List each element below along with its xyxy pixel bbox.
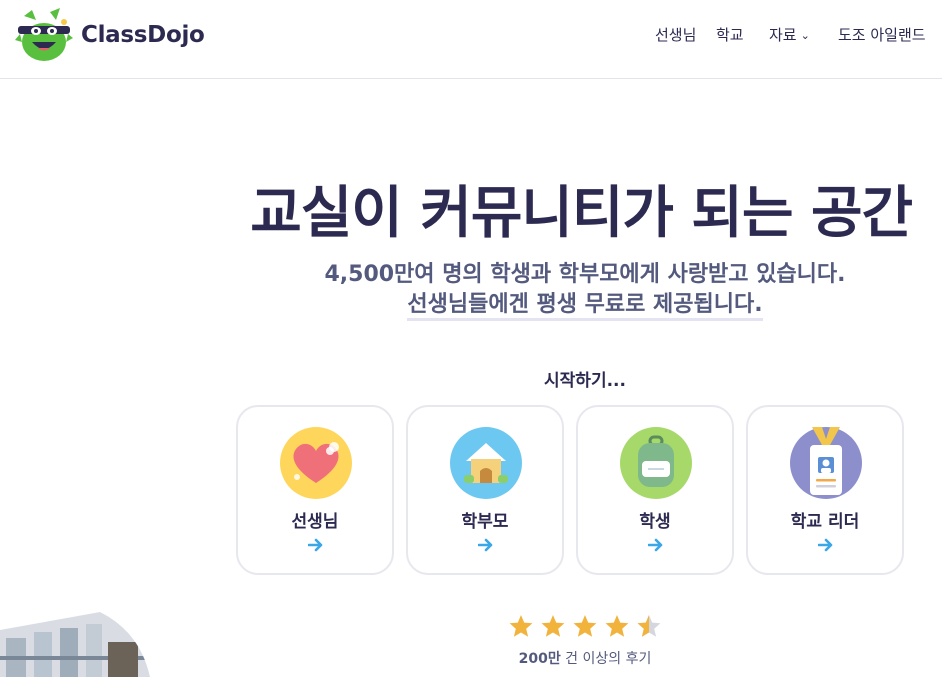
nav-label: 선생님 bbox=[655, 26, 697, 44]
backpack-icon bbox=[620, 427, 692, 499]
star-half-fill bbox=[637, 615, 649, 637]
nav-label: 자료 bbox=[769, 26, 797, 44]
card-label: 학생 bbox=[639, 512, 671, 532]
nav-label: 도조 아일랜드 bbox=[838, 26, 926, 44]
arrow-right-icon bbox=[478, 538, 493, 552]
chevron-down-icon: ⌄ bbox=[800, 29, 810, 42]
card-school-leader[interactable]: 학교 리더 bbox=[746, 405, 904, 575]
nav-resources[interactable]: 자료 ⌄ bbox=[769, 24, 810, 45]
heart-icon bbox=[280, 427, 352, 499]
hero-subtitle-line2: 선생님들에겐 평생 무료로 제공됩니다. bbox=[170, 286, 942, 321]
star-icon bbox=[605, 615, 629, 637]
reviews-text: 건 이상의 후기 bbox=[560, 651, 652, 667]
get-started-label: 시작하기... bbox=[544, 371, 626, 391]
site-header: ClassDojo 선생님 학교 자료 ⌄ 도조 아일랜드 bbox=[0, 0, 942, 79]
nav-teachers[interactable]: 선생님 bbox=[655, 24, 696, 45]
star-icon bbox=[541, 615, 565, 637]
id-badge-icon bbox=[790, 427, 862, 499]
star-icon bbox=[573, 615, 597, 637]
brand-name[interactable]: ClassDojo bbox=[81, 22, 205, 48]
card-parent[interactable]: 학부모 bbox=[406, 405, 564, 575]
card-teacher[interactable]: 선생님 bbox=[236, 405, 394, 575]
nav-schools[interactable]: 학교 bbox=[716, 24, 744, 45]
card-label: 학부모 bbox=[461, 512, 509, 532]
card-label: 선생님 bbox=[291, 512, 339, 532]
arrow-right-icon bbox=[818, 538, 833, 552]
nav-dojo-islands[interactable]: 도조 아일랜드 bbox=[838, 24, 926, 45]
nav-label: 학교 bbox=[716, 26, 744, 44]
star-rating bbox=[509, 615, 661, 637]
classroom-photo bbox=[0, 612, 150, 677]
star-icon bbox=[509, 615, 533, 637]
arrow-right-icon bbox=[648, 538, 663, 552]
classdojo-monster-logo[interactable] bbox=[14, 8, 74, 64]
hero-title: 교실이 커뮤니티가 되는 공간 bbox=[250, 181, 913, 246]
reviews-number: 200만 bbox=[518, 651, 561, 667]
hero-subtitle-line2-text: 선생님들에겐 평생 무료로 제공됩니다. bbox=[407, 292, 763, 321]
card-label: 학교 리더 bbox=[790, 512, 860, 532]
arrow-right-icon bbox=[308, 538, 323, 552]
card-student[interactable]: 학생 bbox=[576, 405, 734, 575]
reviews-count: 200만 건 이상의 후기 bbox=[470, 648, 700, 668]
house-icon bbox=[450, 427, 522, 499]
hero-subtitle-line1: 4,500만여 명의 학생과 학부모에게 사랑받고 있습니다. bbox=[324, 262, 846, 287]
